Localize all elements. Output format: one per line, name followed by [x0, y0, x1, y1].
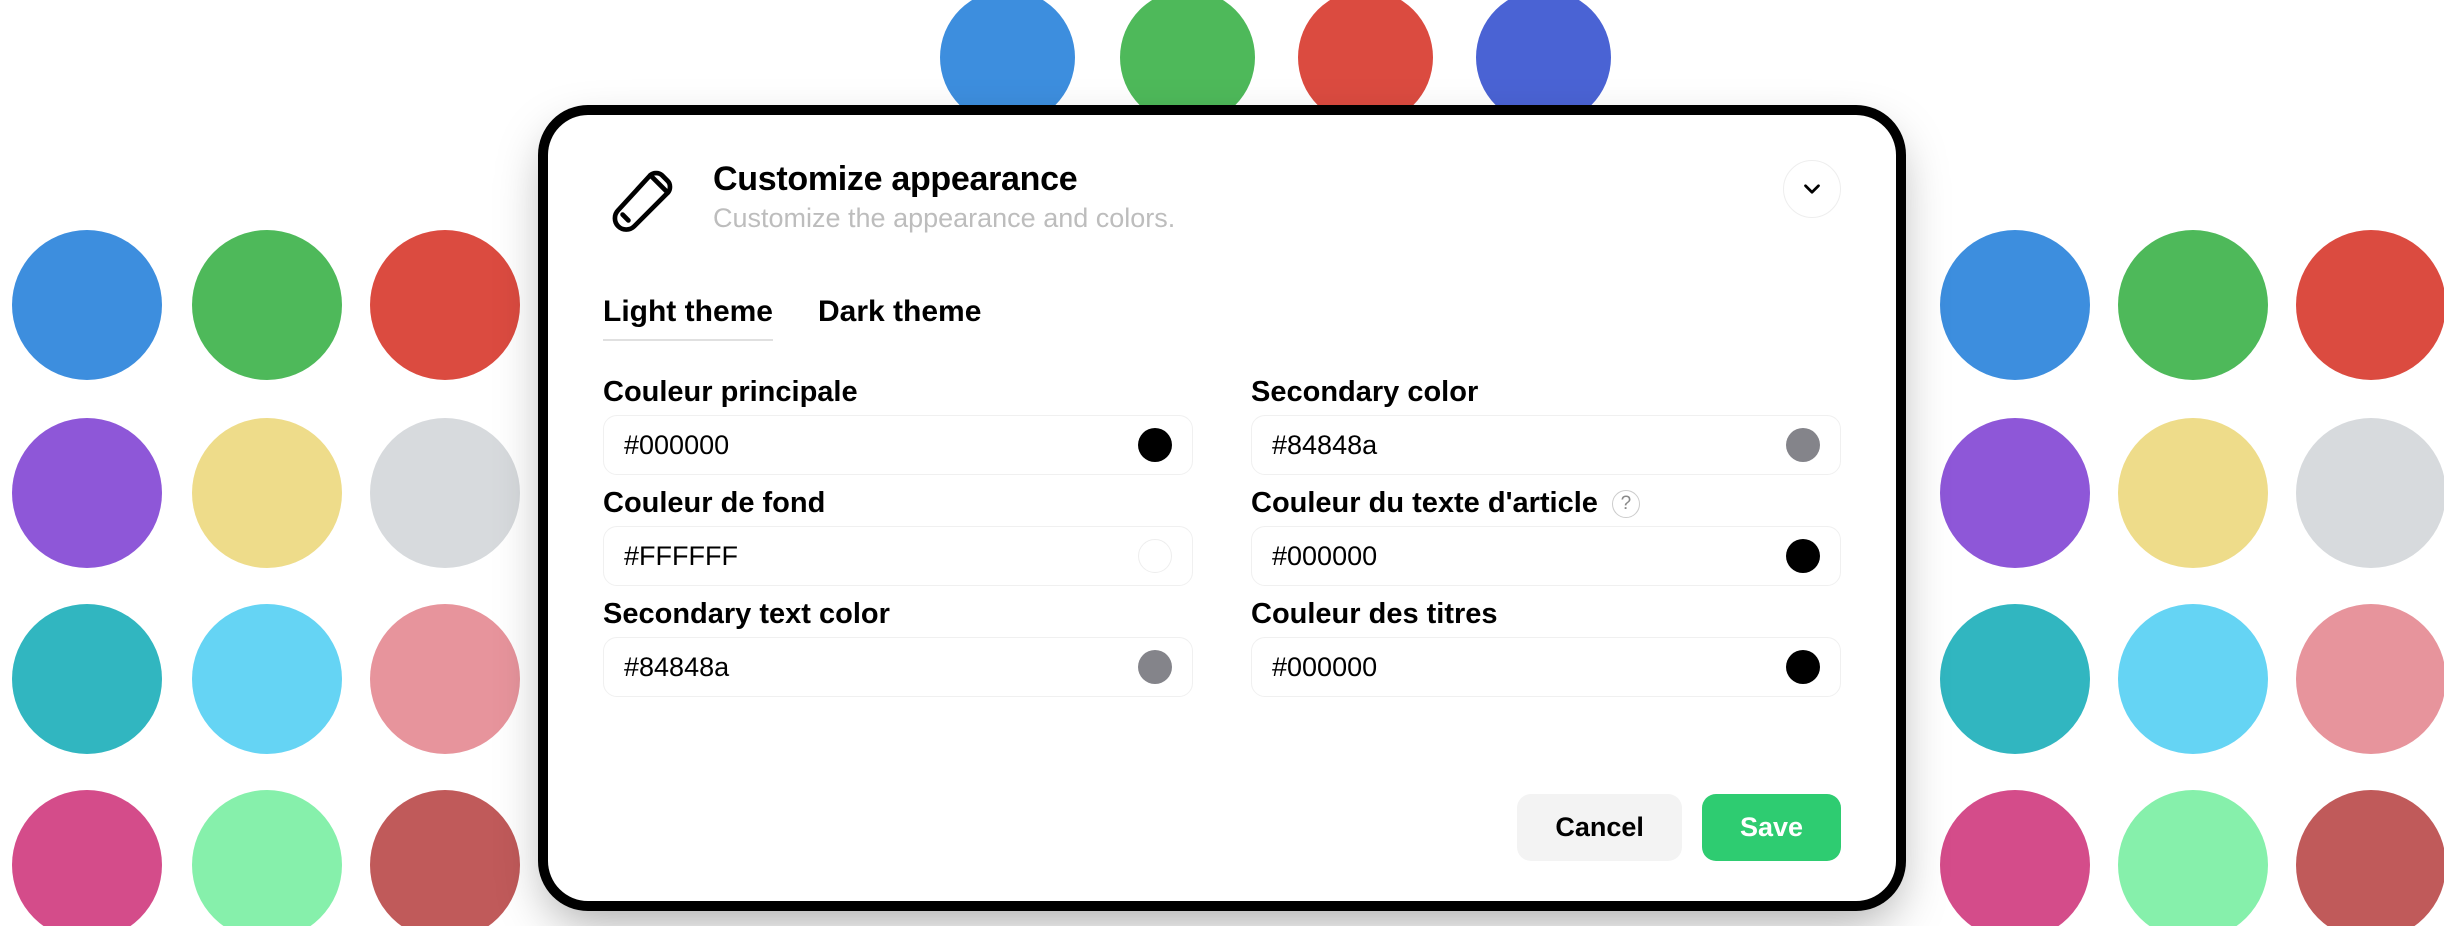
customize-appearance-dialog: Customize appearance Customize the appea…: [548, 115, 1896, 901]
chevron-down-icon: [1799, 176, 1825, 202]
color-input-row[interactable]: [603, 415, 1193, 475]
decor-dot: [192, 604, 342, 754]
decor-dot: [1940, 790, 2090, 926]
color-swatch[interactable]: [1786, 539, 1820, 573]
theme-tabs: Light theme Dark theme: [603, 295, 1841, 341]
article-text-color-input[interactable]: [1272, 541, 1786, 572]
color-form: Couleur principale Secondary color Coule…: [603, 376, 1841, 697]
dialog-title: Customize appearance: [713, 160, 1753, 199]
decor-dot: [192, 790, 342, 926]
color-input-row[interactable]: [1251, 526, 1841, 586]
dialog-header: Customize appearance Customize the appea…: [603, 160, 1841, 240]
field-label: Secondary text color: [603, 598, 1193, 631]
color-swatch[interactable]: [1138, 650, 1172, 684]
decor-dot: [12, 230, 162, 380]
help-icon[interactable]: ?: [1612, 490, 1640, 518]
decor-dot: [2296, 418, 2444, 568]
field-secondary-text-color: Secondary text color: [603, 598, 1193, 697]
decor-dot: [1940, 604, 2090, 754]
field-background-color: Couleur de fond: [603, 487, 1193, 586]
collapse-button[interactable]: [1783, 160, 1841, 218]
decor-dot: [1120, 0, 1255, 125]
decor-dot: [12, 604, 162, 754]
save-button[interactable]: Save: [1702, 794, 1841, 861]
field-label: Couleur de fond: [603, 487, 1193, 520]
decor-dot: [940, 0, 1075, 125]
decor-dot: [370, 230, 520, 380]
field-label: Secondary color: [1251, 376, 1841, 409]
decor-dot: [12, 418, 162, 568]
dialog-footer: Cancel Save: [603, 794, 1841, 861]
decor-dot: [1940, 230, 2090, 380]
decor-dot: [2118, 418, 2268, 568]
field-titles-color: Couleur des titres: [1251, 598, 1841, 697]
decor-dot: [2296, 230, 2444, 380]
tab-dark-theme[interactable]: Dark theme: [818, 295, 981, 341]
primary-color-input[interactable]: [624, 430, 1138, 461]
secondary-color-input[interactable]: [1272, 430, 1786, 461]
field-primary-color: Couleur principale: [603, 376, 1193, 475]
brush-icon: [603, 160, 683, 240]
dialog-subtitle: Customize the appearance and colors.: [713, 203, 1753, 234]
decor-dot: [1476, 0, 1611, 125]
color-input-row[interactable]: [603, 637, 1193, 697]
decor-dot: [370, 604, 520, 754]
background-color-input[interactable]: [624, 541, 1138, 572]
decor-dot: [1298, 0, 1433, 125]
field-label: Couleur des titres: [1251, 598, 1841, 631]
decor-dot: [2118, 604, 2268, 754]
field-secondary-color: Secondary color: [1251, 376, 1841, 475]
decor-dot: [2296, 604, 2444, 754]
color-input-row[interactable]: [603, 526, 1193, 586]
color-swatch[interactable]: [1138, 539, 1172, 573]
field-label: Couleur principale: [603, 376, 1193, 409]
decor-dot: [370, 790, 520, 926]
color-swatch[interactable]: [1786, 428, 1820, 462]
color-input-row[interactable]: [1251, 637, 1841, 697]
color-input-row[interactable]: [1251, 415, 1841, 475]
color-swatch[interactable]: [1786, 650, 1820, 684]
field-label: Couleur du texte d'article: [1251, 487, 1598, 520]
cancel-button[interactable]: Cancel: [1517, 794, 1682, 861]
color-swatch[interactable]: [1138, 428, 1172, 462]
decor-dot: [370, 418, 520, 568]
tab-light-theme[interactable]: Light theme: [603, 295, 773, 341]
decor-dot: [192, 418, 342, 568]
field-article-text-color: Couleur du texte d'article ?: [1251, 487, 1841, 586]
decor-dot: [192, 230, 342, 380]
titles-color-input[interactable]: [1272, 652, 1786, 683]
decor-dot: [1940, 418, 2090, 568]
dialog-title-block: Customize appearance Customize the appea…: [713, 160, 1753, 234]
decor-dot: [2118, 230, 2268, 380]
decor-dot: [12, 790, 162, 926]
secondary-text-color-input[interactable]: [624, 652, 1138, 683]
decor-dot: [2296, 790, 2444, 926]
decor-dot: [2118, 790, 2268, 926]
